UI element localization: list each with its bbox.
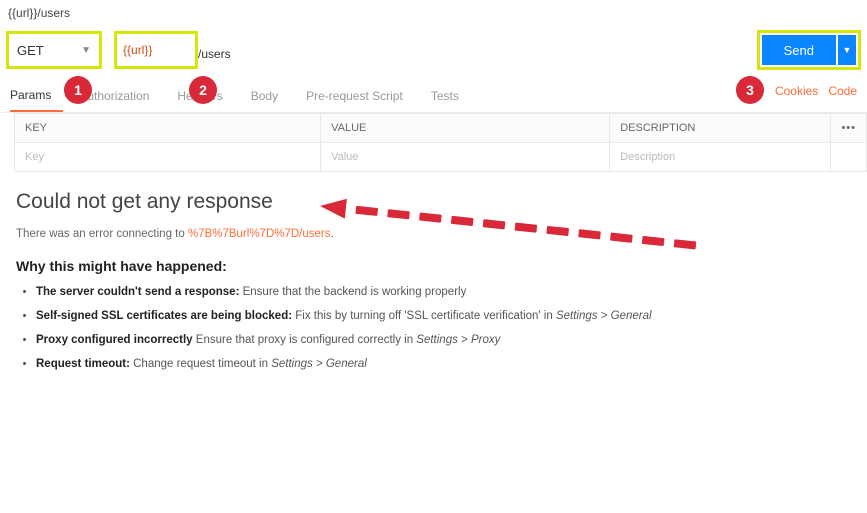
value-input[interactable]: Value [321, 143, 610, 172]
request-row: GET ▼ {{url}} /users Send ▼ 1 2 3 [0, 26, 867, 74]
table-header-row: KEY VALUE DESCRIPTION ••• [15, 114, 867, 143]
key-input[interactable]: Key [15, 143, 321, 172]
col-desc-header: DESCRIPTION [610, 114, 831, 143]
code-link[interactable]: Code [828, 84, 857, 98]
tab-params[interactable]: Params [10, 82, 63, 112]
list-item: The server couldn't send a response: Ens… [36, 284, 851, 300]
cookies-link[interactable]: Cookies [775, 84, 818, 98]
annotation-2: 2 [189, 76, 217, 104]
response-area: Could not get any response There was an … [0, 172, 867, 398]
col-value-header: VALUE [321, 114, 610, 143]
err-prefix: There was an error connecting to [16, 228, 188, 240]
err-suffix: . [331, 228, 334, 240]
why-title: Why this might have happened: [16, 258, 851, 274]
reason-list: The server couldn't send a response: Ens… [36, 284, 851, 372]
list-item: Self-signed SSL certificates are being b… [36, 308, 851, 324]
url-path-text[interactable]: /users [198, 40, 231, 61]
method-label: GET [17, 43, 44, 58]
annotation-1: 1 [64, 76, 92, 104]
url-variable-text: {{url}} [123, 43, 152, 57]
table-row: Key Value Description [15, 143, 867, 172]
response-title: Could not get any response [16, 190, 851, 214]
tab-body[interactable]: Body [251, 83, 290, 111]
more-icon[interactable]: ••• [831, 114, 867, 143]
desc-input[interactable]: Description [610, 143, 831, 172]
err-url: %7B%7Burl%7D%7D/users [188, 228, 331, 240]
send-button[interactable]: Send [762, 35, 836, 65]
right-links: Cookies Code [775, 84, 857, 98]
method-select[interactable]: GET ▼ [6, 31, 102, 69]
annotation-3: 3 [736, 76, 764, 104]
params-table: KEY VALUE DESCRIPTION ••• Key Value Desc… [14, 113, 867, 172]
response-error-line: There was an error connecting to %7B%7Bu… [16, 228, 851, 240]
top-url-display: {{url}}/users [0, 0, 867, 26]
chevron-down-icon: ▼ [81, 45, 91, 56]
list-item: Proxy configured incorrectly Ensure that… [36, 332, 851, 348]
tab-prerequest[interactable]: Pre-request Script [306, 83, 415, 111]
send-button-group: Send ▼ [757, 30, 861, 70]
col-key-header: KEY [15, 114, 321, 143]
send-dropdown-button[interactable]: ▼ [838, 35, 856, 65]
tab-tests[interactable]: Tests [431, 83, 471, 111]
list-item: Request timeout: Change request timeout … [36, 356, 851, 372]
url-variable-box[interactable]: {{url}} [114, 31, 198, 69]
